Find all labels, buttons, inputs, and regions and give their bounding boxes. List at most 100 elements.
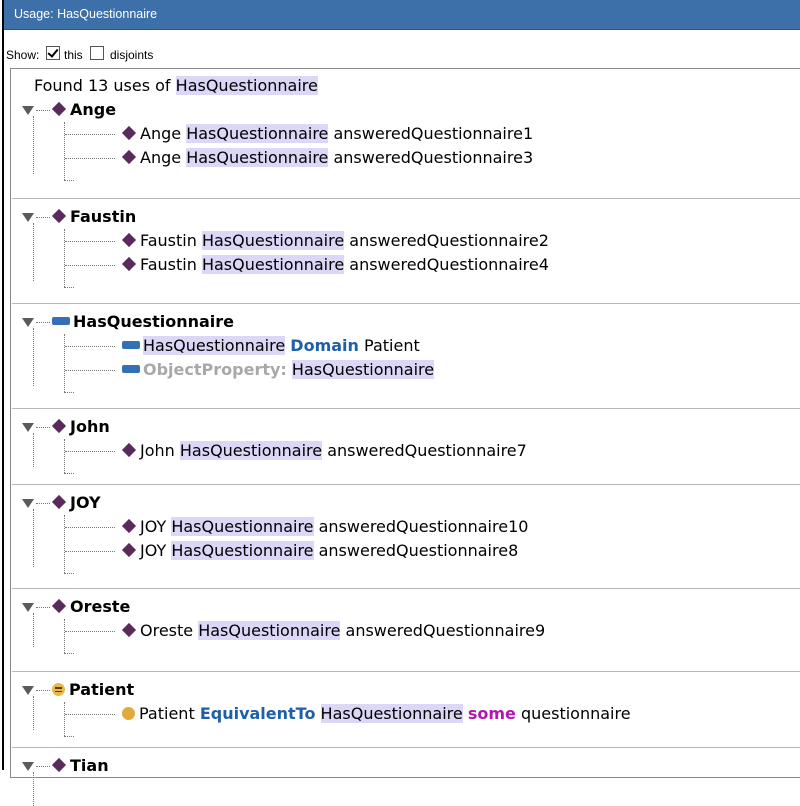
expand-toggle-icon[interactable]: [22, 106, 34, 115]
usage-item[interactable]: Ange HasQuestionnaire answeredQuestionna…: [121, 148, 533, 168]
individual-diamond-icon: [121, 125, 137, 141]
usage-item[interactable]: Ange HasQuestionnaire answeredQuestionna…: [121, 124, 533, 144]
usage-item[interactable]: JOY HasQuestionnaire answeredQuestionnai…: [121, 541, 518, 561]
tree-connector: [36, 427, 50, 428]
group-separator: [12, 198, 800, 199]
individual-diamond-icon: [121, 542, 137, 558]
group-separator: [12, 588, 800, 589]
child-guide: [64, 619, 65, 653]
disjoints-label: disjoints: [110, 48, 154, 62]
disjoints-checkbox[interactable]: [90, 46, 104, 60]
show-options-bar: Show: this disjoints: [4, 44, 800, 66]
expand-toggle-icon[interactable]: [22, 423, 34, 432]
item-subject: Patient: [139, 704, 195, 723]
expand-toggle-icon[interactable]: [22, 213, 34, 222]
usage-item[interactable]: Oreste HasQuestionnaire answeredQuestion…: [121, 621, 546, 641]
group-header-joy[interactable]: JOY: [51, 493, 101, 513]
usage-item[interactable]: Faustin HasQuestionnaire answeredQuestio…: [121, 231, 549, 251]
child-guide-end: [64, 473, 74, 474]
tree-connector: [36, 503, 50, 504]
expand-toggle-icon[interactable]: [22, 686, 34, 695]
item-subject: Ange: [140, 124, 182, 143]
item-connector: [65, 346, 115, 347]
object-property-icon: [122, 341, 140, 349]
group-name: Oreste: [70, 597, 131, 616]
item-property: HasQuestionnaire: [198, 621, 341, 640]
item-connector: [65, 451, 115, 452]
individual-diamond-icon: [121, 442, 137, 458]
individual-diamond-icon: [121, 149, 137, 165]
object-property-icon: [122, 365, 140, 373]
this-checkbox[interactable]: [46, 46, 60, 60]
expand-toggle-icon[interactable]: [22, 499, 34, 508]
item-object: Patient: [364, 336, 420, 355]
class-icon: [122, 707, 135, 720]
child-guide-end: [64, 180, 74, 181]
item-object: answeredQuestionnaire9: [345, 621, 546, 640]
item-property: HasQuestionnaire: [320, 704, 463, 723]
group-separator: [12, 484, 800, 485]
item-subject: Oreste: [140, 621, 194, 640]
tree-connector: [36, 690, 50, 691]
item-connector: [65, 714, 115, 715]
individual-diamond-icon: [51, 598, 67, 614]
group-header-faustin[interactable]: Faustin: [51, 207, 137, 227]
item-object: questionnaire: [520, 704, 631, 723]
item-connector: [65, 134, 115, 135]
item-subject: John: [140, 441, 175, 460]
child-guide-end: [64, 653, 74, 654]
group-name: Patient: [69, 680, 135, 699]
item-property: HasQuestionnaire: [186, 124, 329, 143]
usage-item[interactable]: Patient EquivalentTo HasQuestionnaire so…: [122, 704, 631, 724]
group-header-hasquestionnaire[interactable]: HasQuestionnaire: [52, 312, 234, 332]
tree-connector: [36, 607, 50, 608]
item-subject: JOY: [140, 541, 167, 560]
child-guide-end: [64, 287, 74, 288]
child-guide-end: [64, 736, 74, 737]
item-connector: [65, 551, 115, 552]
item-subject: Ange: [140, 148, 182, 167]
show-label: Show:: [6, 48, 40, 62]
child-guide: [64, 439, 65, 473]
group-header-john[interactable]: John: [51, 417, 110, 437]
usage-item[interactable]: ObjectProperty: HasQuestionnaire: [122, 360, 435, 380]
item-property: HasQuestionnaire: [171, 541, 314, 560]
child-guide: [64, 122, 65, 180]
group-header-oreste[interactable]: Oreste: [51, 597, 131, 617]
individual-diamond-icon: [121, 518, 137, 534]
expand-toggle-icon[interactable]: [22, 318, 34, 327]
panel-title: Usage: HasQuestionnaire: [14, 7, 158, 21]
usage-item[interactable]: Faustin HasQuestionnaire answeredQuestio…: [121, 255, 549, 275]
item-subject: JOY: [140, 517, 167, 536]
usage-item[interactable]: HasQuestionnaire Domain Patient: [122, 336, 420, 356]
expand-toggle-icon[interactable]: [22, 603, 34, 612]
usage-item[interactable]: John HasQuestionnaire answeredQuestionna…: [121, 441, 527, 461]
tree-guide: [33, 223, 34, 281]
group-header-patient[interactable]: Patient: [52, 680, 134, 700]
item-subject: Faustin: [140, 255, 197, 274]
item-keyword: Domain: [290, 336, 359, 355]
tree-guide: [33, 116, 34, 174]
child-guide: [64, 334, 65, 392]
tree-guide: [33, 613, 34, 647]
individual-diamond-icon: [51, 494, 67, 510]
group-name: John: [70, 417, 110, 436]
item-subject: HasQuestionnaire: [143, 336, 286, 355]
group-header-tian[interactable]: Tian: [51, 756, 109, 776]
individual-diamond-icon: [121, 256, 137, 272]
class-equivalent-icon: [52, 683, 65, 696]
item-property: HasQuestionnaire: [201, 231, 345, 250]
group-header-ange[interactable]: Ange: [51, 100, 116, 120]
found-prefix: Found 13 uses of: [34, 76, 171, 95]
group-name: Faustin: [70, 207, 137, 226]
child-guide: [64, 702, 65, 736]
item-subject: Faustin: [140, 231, 197, 250]
this-label: this: [64, 48, 83, 62]
item-property: HasQuestionnaire: [171, 517, 314, 536]
item-some-keyword: some: [467, 704, 516, 723]
group-separator: [12, 408, 800, 409]
item-connector: [65, 370, 115, 371]
tree-guide: [33, 509, 34, 567]
tree-guide: [33, 433, 34, 467]
usage-item[interactable]: JOY HasQuestionnaire answeredQuestionnai…: [121, 517, 528, 537]
